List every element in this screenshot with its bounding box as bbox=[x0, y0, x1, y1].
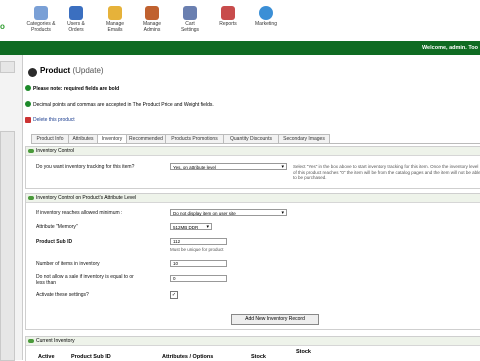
reports-icon bbox=[221, 6, 235, 20]
current-inventory-section: Current Inventory Active Product Sub ID … bbox=[25, 336, 480, 361]
admin-icon bbox=[145, 6, 159, 20]
section-icon bbox=[28, 339, 34, 343]
header-bar: Welcome, admin. Too bbox=[0, 41, 480, 55]
info-icon bbox=[25, 85, 31, 91]
toolbar-item-categories-products[interactable]: Categories & Products bbox=[21, 6, 61, 33]
column-header-active: Active bbox=[38, 354, 55, 360]
required-note: Please note: required fields are bold bbox=[33, 86, 120, 92]
section-header: Inventory Control on Product's Attribute… bbox=[26, 194, 480, 203]
tab-secondary-images[interactable]: Secondary Images bbox=[278, 134, 330, 143]
column-header-stock-2: Stock bbox=[296, 349, 311, 355]
toolbar-item-manage-emails[interactable]: Manage Emails bbox=[95, 6, 135, 33]
toolbar-item-cart-settings[interactable]: Cart Settings bbox=[170, 6, 210, 33]
cart-icon bbox=[183, 6, 197, 20]
toolbar-item-marketing[interactable]: Marketing bbox=[246, 6, 286, 27]
left-sidebar bbox=[0, 55, 23, 361]
toolbar-item-users-orders[interactable]: Users & Orders bbox=[56, 6, 96, 33]
top-toolbar: o Categories & Products Users & Orders M… bbox=[0, 0, 480, 40]
boxes-icon bbox=[34, 6, 48, 20]
section-header: Current Inventory bbox=[26, 337, 480, 346]
section-icon bbox=[28, 149, 34, 153]
tracking-help: Select "Yes" in the box above to start i… bbox=[293, 164, 480, 180]
tracking-question: Do you want inventory tracking for this … bbox=[36, 164, 135, 170]
sidebar-panel bbox=[0, 131, 15, 361]
attribute-label: Attribute "Memory" bbox=[36, 224, 78, 230]
globe-icon bbox=[259, 6, 273, 20]
info-icon bbox=[25, 101, 31, 107]
tab-quantity-discounts[interactable]: Quantity Discounts bbox=[223, 134, 279, 143]
users-icon bbox=[69, 6, 83, 20]
inventory-control-section: Inventory Control Do you want inventory … bbox=[25, 146, 480, 189]
decimal-note: Decimal points and commas are accepted i… bbox=[33, 102, 214, 108]
column-header-attributes: Attributes / Options bbox=[162, 354, 214, 360]
sub-id-label: Product Sub ID bbox=[36, 239, 73, 245]
sub-id-input[interactable]: 112 bbox=[170, 238, 227, 245]
delete-icon bbox=[25, 117, 31, 123]
tab-product-info[interactable]: Product Info bbox=[31, 134, 69, 143]
toolbar-item-reports[interactable]: Reports bbox=[208, 6, 248, 27]
activate-checkbox[interactable]: ✓ bbox=[170, 291, 178, 299]
add-inventory-record-button[interactable]: Add New Inventory Record bbox=[231, 314, 319, 325]
no-sale-input[interactable]: 0 bbox=[170, 275, 227, 282]
num-items-input[interactable]: 10 bbox=[170, 260, 227, 267]
product-icon bbox=[28, 68, 37, 77]
activate-label: Activate these settings? bbox=[36, 292, 89, 298]
sidebar-toggle[interactable] bbox=[0, 61, 15, 73]
attribute-level-section: Inventory Control on Product's Attribute… bbox=[25, 193, 480, 330]
min-inventory-select[interactable]: Do not display item on user site bbox=[170, 209, 287, 217]
attribute-select[interactable]: 512MB DDR bbox=[170, 223, 212, 231]
page-title: Product (Update) bbox=[40, 66, 104, 75]
min-inventory-label: If inventory reaches allowed minimum : bbox=[36, 210, 123, 216]
toolbar-item-manage-admins[interactable]: Manage Admins bbox=[132, 6, 172, 33]
email-icon bbox=[108, 6, 122, 20]
section-header: Inventory Control bbox=[26, 147, 480, 156]
sub-id-help: Must be unique for product bbox=[170, 247, 224, 252]
tab-products-promotions[interactable]: Products Promotions bbox=[165, 134, 224, 143]
column-header-sub-id: Product Sub ID bbox=[71, 354, 111, 360]
tab-attributes[interactable]: Attributes bbox=[68, 134, 98, 143]
column-header-stock: Stock bbox=[251, 354, 266, 360]
logo-fragment: o bbox=[0, 22, 5, 31]
delete-product-link[interactable]: Delete this product bbox=[33, 117, 75, 123]
tracking-select[interactable]: Yes, on attribute level bbox=[170, 163, 287, 171]
section-icon bbox=[28, 196, 34, 200]
num-items-label: Number of items in inventory bbox=[36, 261, 100, 267]
no-sale-label: Do not allow a sale if inventory is equa… bbox=[36, 274, 134, 286]
tab-recommended[interactable]: Recommended bbox=[126, 134, 166, 143]
main-content: Product (Update) Please note: required f… bbox=[23, 55, 480, 361]
tab-divider bbox=[31, 143, 480, 144]
welcome-text: Welcome, admin. Too bbox=[421, 45, 478, 51]
